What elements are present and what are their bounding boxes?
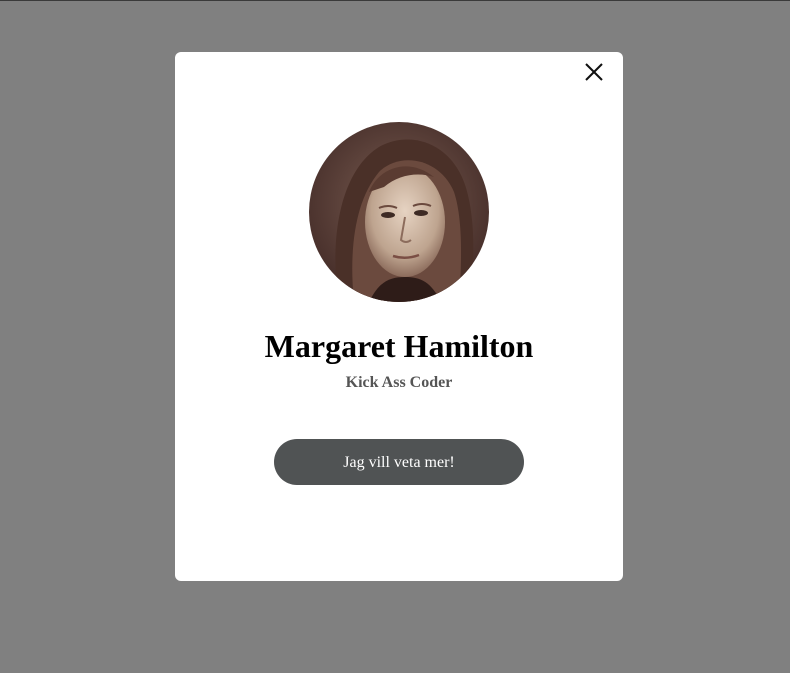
profile-name: Margaret Hamilton — [264, 328, 534, 364]
profile-modal: Margaret Hamilton Kick Ass Coder Jag vil… — [175, 52, 623, 581]
profile-subtitle: Kick Ass Coder — [345, 374, 453, 391]
top-border — [0, 0, 790, 1]
close-icon — [585, 63, 603, 81]
portrait-photo-icon — [309, 122, 489, 302]
learn-more-button[interactable]: Jag vill veta mer! — [274, 439, 524, 485]
close-button[interactable] — [583, 61, 605, 83]
avatar — [309, 122, 489, 302]
